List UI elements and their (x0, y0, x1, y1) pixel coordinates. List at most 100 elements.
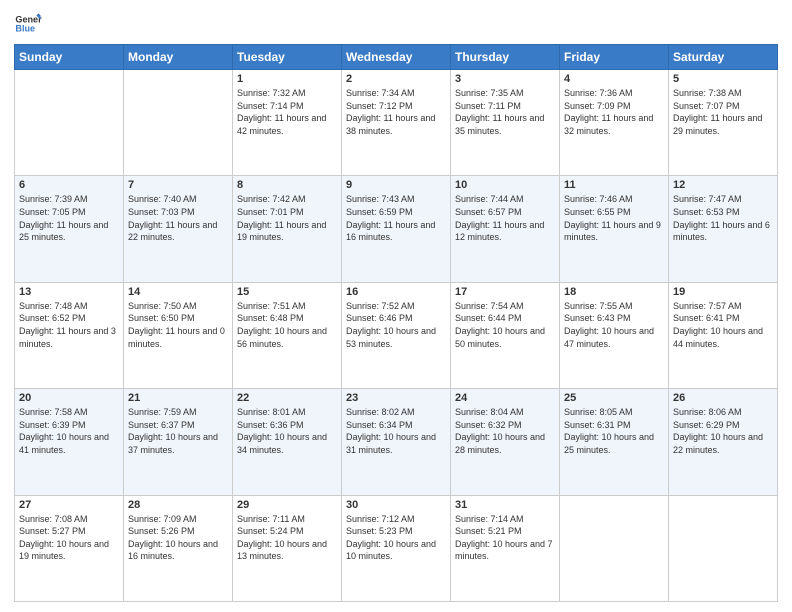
calendar-cell (15, 70, 124, 176)
day-number: 22 (237, 392, 337, 404)
day-header-monday: Monday (124, 45, 233, 70)
calendar-cell: 12 Sunrise: 7:47 AM Sunset: 6:53 PM Dayli… (669, 176, 778, 282)
day-number: 26 (673, 392, 773, 404)
calendar-cell: 16 Sunrise: 7:52 AM Sunset: 6:46 PM Dayli… (342, 282, 451, 388)
day-number: 16 (346, 286, 446, 298)
day-number: 12 (673, 179, 773, 191)
calendar-cell: 6 Sunrise: 7:39 AM Sunset: 7:05 PM Daylig… (15, 176, 124, 282)
calendar-cell: 27 Sunrise: 7:08 AM Sunset: 5:27 PM Dayli… (15, 495, 124, 601)
day-number: 27 (19, 499, 119, 511)
calendar-body: 1 Sunrise: 7:32 AM Sunset: 7:14 PM Daylig… (15, 70, 778, 602)
day-number: 29 (237, 499, 337, 511)
day-number: 9 (346, 179, 446, 191)
day-header-sunday: Sunday (15, 45, 124, 70)
calendar-cell: 3 Sunrise: 7:35 AM Sunset: 7:11 PM Daylig… (451, 70, 560, 176)
day-header-saturday: Saturday (669, 45, 778, 70)
calendar-cell: 30 Sunrise: 7:12 AM Sunset: 5:23 PM Dayli… (342, 495, 451, 601)
calendar-week-2: 6 Sunrise: 7:39 AM Sunset: 7:05 PM Daylig… (15, 176, 778, 282)
calendar-cell: 9 Sunrise: 7:43 AM Sunset: 6:59 PM Daylig… (342, 176, 451, 282)
day-info: Sunrise: 7:48 AM Sunset: 6:52 PM Dayligh… (19, 300, 119, 350)
day-number: 24 (455, 392, 555, 404)
day-number: 13 (19, 286, 119, 298)
day-info: Sunrise: 7:54 AM Sunset: 6:44 PM Dayligh… (455, 300, 555, 350)
day-info: Sunrise: 7:09 AM Sunset: 5:26 PM Dayligh… (128, 513, 228, 563)
calendar-cell: 10Sunrise: 7:44 AM Sunset: 6:57 PM Dayli… (451, 176, 560, 282)
day-info: Sunrise: 7:46 AM Sunset: 6:55 PM Dayligh… (564, 193, 664, 243)
calendar-cell: 14Sunrise: 7:50 AM Sunset: 6:50 PM Dayli… (124, 282, 233, 388)
day-info: Sunrise: 7:47 AM Sunset: 6:53 PM Dayligh… (673, 193, 773, 243)
day-number: 19 (673, 286, 773, 298)
day-info: Sunrise: 7:55 AM Sunset: 6:43 PM Dayligh… (564, 300, 664, 350)
day-info: Sunrise: 8:06 AM Sunset: 6:29 PM Dayligh… (673, 406, 773, 456)
day-number: 31 (455, 499, 555, 511)
calendar-week-3: 13 Sunrise: 7:48 AM Sunset: 6:52 PM Dayli… (15, 282, 778, 388)
day-number: 2 (346, 73, 446, 85)
calendar-cell: 17 Sunrise: 7:54 AM Sunset: 6:44 PM Dayli… (451, 282, 560, 388)
calendar-cell: 19 Sunrise: 7:57 AM Sunset: 6:41 PM Dayli… (669, 282, 778, 388)
day-info: Sunrise: 7:51 AM Sunset: 6:48 PM Dayligh… (237, 300, 337, 350)
day-info: Sunrise: 7:42 AM Sunset: 7:01 PM Dayligh… (237, 193, 337, 243)
calendar-cell: 2 Sunrise: 7:34 AM Sunset: 7:12 PM Daylig… (342, 70, 451, 176)
day-number: 7 (128, 179, 228, 191)
day-info: Sunrise: 7:40 AM Sunset: 7:03 PM Dayligh… (128, 193, 228, 243)
calendar-header-row: SundayMondayTuesdayWednesdayThursdayFrid… (15, 45, 778, 70)
day-number: 1 (237, 73, 337, 85)
calendar-cell: 4 Sunrise: 7:36 AM Sunset: 7:09 PM Daylig… (560, 70, 669, 176)
day-info: Sunrise: 7:32 AM Sunset: 7:14 PM Dayligh… (237, 87, 337, 137)
day-number: 30 (346, 499, 446, 511)
day-info: Sunrise: 8:01 AM Sunset: 6:36 PM Dayligh… (237, 406, 337, 456)
day-info: Sunrise: 7:39 AM Sunset: 7:05 PM Dayligh… (19, 193, 119, 243)
calendar-cell: 25Sunrise: 8:05 AM Sunset: 6:31 PM Dayli… (560, 389, 669, 495)
day-info: Sunrise: 7:57 AM Sunset: 6:41 PM Dayligh… (673, 300, 773, 350)
day-number: 8 (237, 179, 337, 191)
day-info: Sunrise: 7:52 AM Sunset: 6:46 PM Dayligh… (346, 300, 446, 350)
calendar-cell: 13 Sunrise: 7:48 AM Sunset: 6:52 PM Dayli… (15, 282, 124, 388)
calendar-cell (124, 70, 233, 176)
day-info: Sunrise: 7:58 AM Sunset: 6:39 PM Dayligh… (19, 406, 119, 456)
calendar-cell: 1 Sunrise: 7:32 AM Sunset: 7:14 PM Daylig… (233, 70, 342, 176)
day-number: 25 (564, 392, 664, 404)
day-info: Sunrise: 8:04 AM Sunset: 6:32 PM Dayligh… (455, 406, 555, 456)
day-info: Sunrise: 7:11 AM Sunset: 5:24 PM Dayligh… (237, 513, 337, 563)
calendar-cell: 29 Sunrise: 7:11 AM Sunset: 5:24 PM Dayli… (233, 495, 342, 601)
calendar-cell: 7 Sunrise: 7:40 AM Sunset: 7:03 PM Daylig… (124, 176, 233, 282)
day-info: Sunrise: 7:34 AM Sunset: 7:12 PM Dayligh… (346, 87, 446, 137)
calendar-cell (669, 495, 778, 601)
day-number: 3 (455, 73, 555, 85)
day-number: 17 (455, 286, 555, 298)
day-info: Sunrise: 7:14 AM Sunset: 5:21 PM Dayligh… (455, 513, 555, 563)
day-info: Sunrise: 7:36 AM Sunset: 7:09 PM Dayligh… (564, 87, 664, 137)
calendar-table: SundayMondayTuesdayWednesdayThursdayFrid… (14, 44, 778, 602)
calendar-cell: 22 Sunrise: 8:01 AM Sunset: 6:36 PM Dayli… (233, 389, 342, 495)
day-header-wednesday: Wednesday (342, 45, 451, 70)
calendar-cell: 21Sunrise: 7:59 AM Sunset: 6:37 PM Dayli… (124, 389, 233, 495)
day-number: 15 (237, 286, 337, 298)
svg-text:Blue: Blue (15, 24, 35, 34)
day-info: Sunrise: 7:08 AM Sunset: 5:27 PM Dayligh… (19, 513, 119, 563)
calendar-cell: 24 Sunrise: 8:04 AM Sunset: 6:32 PM Dayli… (451, 389, 560, 495)
calendar-cell: 20Sunrise: 7:58 AM Sunset: 6:39 PM Dayli… (15, 389, 124, 495)
day-header-thursday: Thursday (451, 45, 560, 70)
calendar-cell: 15 Sunrise: 7:51 AM Sunset: 6:48 PM Dayli… (233, 282, 342, 388)
calendar-week-1: 1 Sunrise: 7:32 AM Sunset: 7:14 PM Daylig… (15, 70, 778, 176)
day-info: Sunrise: 7:35 AM Sunset: 7:11 PM Dayligh… (455, 87, 555, 137)
day-number: 6 (19, 179, 119, 191)
day-info: Sunrise: 7:43 AM Sunset: 6:59 PM Dayligh… (346, 193, 446, 243)
calendar-week-5: 27 Sunrise: 7:08 AM Sunset: 5:27 PM Dayli… (15, 495, 778, 601)
calendar-cell: 26 Sunrise: 8:06 AM Sunset: 6:29 PM Dayli… (669, 389, 778, 495)
calendar-header: General Blue (14, 10, 778, 38)
day-info: Sunrise: 7:12 AM Sunset: 5:23 PM Dayligh… (346, 513, 446, 563)
day-info: Sunrise: 7:38 AM Sunset: 7:07 PM Dayligh… (673, 87, 773, 137)
day-number: 4 (564, 73, 664, 85)
day-info: Sunrise: 7:50 AM Sunset: 6:50 PM Dayligh… (128, 300, 228, 350)
calendar-week-4: 20Sunrise: 7:58 AM Sunset: 6:39 PM Dayli… (15, 389, 778, 495)
day-header-tuesday: Tuesday (233, 45, 342, 70)
day-number: 11 (564, 179, 664, 191)
day-number: 5 (673, 73, 773, 85)
day-number: 10 (455, 179, 555, 191)
calendar-cell: 18 Sunrise: 7:55 AM Sunset: 6:43 PM Dayli… (560, 282, 669, 388)
calendar-cell: 23Sunrise: 8:02 AM Sunset: 6:34 PM Dayli… (342, 389, 451, 495)
calendar-cell (560, 495, 669, 601)
day-info: Sunrise: 7:59 AM Sunset: 6:37 PM Dayligh… (128, 406, 228, 456)
day-number: 18 (564, 286, 664, 298)
